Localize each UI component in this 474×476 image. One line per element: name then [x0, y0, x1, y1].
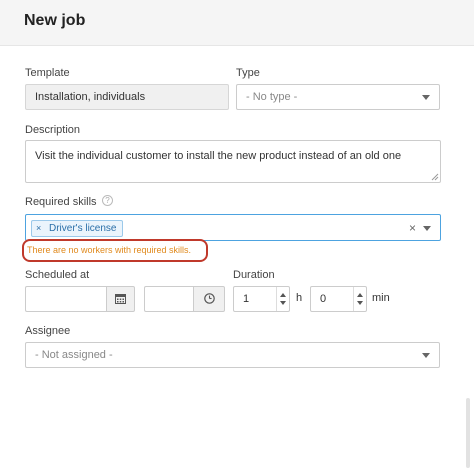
dialog-title: New job — [24, 12, 86, 29]
template-value: Installation, individuals — [35, 91, 146, 103]
chevron-down-icon — [422, 95, 430, 100]
arrow-up-icon[interactable] — [280, 293, 286, 297]
clear-icon[interactable]: × — [409, 221, 416, 235]
description-label: Description — [25, 124, 81, 136]
arrow-up-icon[interactable] — [357, 293, 363, 297]
help-icon[interactable]: ? — [102, 195, 113, 206]
description-value: Visit the individual customer to install… — [35, 150, 402, 162]
type-value: - No type - — [246, 91, 298, 103]
skills-warning: There are no workers with required skill… — [22, 239, 208, 262]
type-select[interactable]: - No type - — [236, 84, 440, 110]
hours-stepper[interactable]: 1 — [233, 286, 290, 312]
skill-tag-label: Driver's license — [49, 223, 117, 234]
duration-label: Duration — [233, 269, 275, 281]
clock-icon — [203, 293, 215, 304]
date-input[interactable] — [25, 286, 107, 312]
minutes-unit: min — [372, 292, 390, 304]
arrow-down-icon[interactable] — [280, 301, 286, 305]
time-input[interactable] — [144, 286, 194, 312]
time-picker-button[interactable] — [193, 286, 225, 312]
arrow-down-icon[interactable] — [357, 301, 363, 305]
skills-label: Required skills — [25, 196, 97, 208]
dialog-header: New job — [0, 0, 474, 46]
skills-multiselect[interactable]: × Driver's license × — [25, 214, 441, 241]
skills-warning-text: There are no workers with required skill… — [27, 245, 192, 255]
minutes-arrows[interactable] — [353, 287, 366, 311]
assignee-label: Assignee — [25, 325, 71, 337]
scrollbar[interactable] — [466, 398, 470, 468]
template-field[interactable]: Installation, individuals — [25, 84, 229, 110]
template-label: Template — [25, 67, 70, 79]
assignee-value: - Not assigned - — [35, 349, 113, 361]
chevron-down-icon — [422, 353, 430, 358]
assignee-select[interactable]: - Not assigned - — [25, 342, 440, 368]
hours-arrows[interactable] — [276, 287, 289, 311]
remove-tag-icon[interactable]: × — [36, 223, 41, 233]
minutes-value: 0 — [320, 293, 327, 305]
hours-unit: h — [296, 292, 303, 304]
type-label: Type — [236, 67, 260, 79]
resize-handle-icon[interactable] — [431, 173, 439, 181]
hours-value: 1 — [243, 293, 250, 305]
calendar-icon — [115, 294, 126, 304]
chevron-down-icon[interactable] — [423, 226, 431, 231]
scheduled-label: Scheduled at — [25, 269, 90, 281]
skill-tag: × Driver's license — [31, 220, 123, 237]
description-textarea[interactable]: Visit the individual customer to install… — [25, 140, 441, 183]
date-picker-button[interactable] — [106, 286, 135, 312]
minutes-stepper[interactable]: 0 — [310, 286, 367, 312]
